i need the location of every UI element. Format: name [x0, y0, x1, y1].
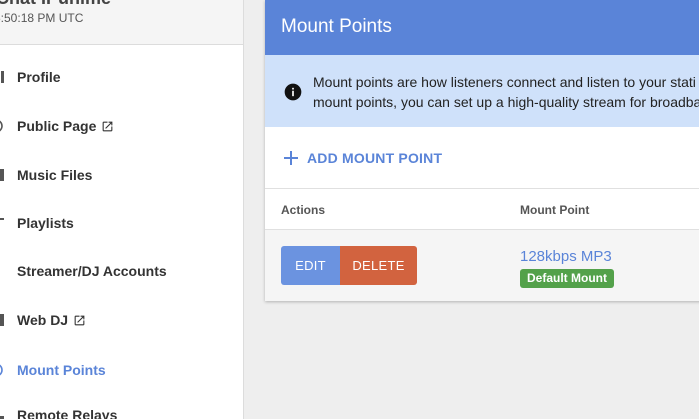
headset-icon: [0, 313, 4, 327]
sidebar-item-web-dj[interactable]: Web DJ: [0, 302, 243, 338]
sidebar: Chat IPunime 5:50:18 PM UTC Profile Publ…: [0, 0, 244, 419]
edit-button[interactable]: EDIT: [281, 246, 340, 285]
sidebar-item-remote-relays[interactable]: Remote Relays: [0, 397, 243, 419]
add-mount-point-button[interactable]: ADD MOUNT POINT: [283, 148, 442, 168]
sidebar-item-label: Profile: [17, 69, 61, 85]
card-header: Mount Points: [265, 0, 699, 55]
table-header: Actions Mount Point: [265, 189, 699, 230]
delete-button[interactable]: DELETE: [340, 246, 417, 285]
sidebar-item-streamer-accounts[interactable]: Streamer/DJ Accounts: [0, 253, 243, 289]
add-mount-point-label: ADD MOUNT POINT: [307, 150, 443, 166]
table-row: EDIT DELETE 128kbps MP3 Default Mount: [265, 230, 699, 301]
external-link-icon: [74, 315, 85, 325]
globe-icon: [0, 119, 4, 133]
info-text-line: Mount points are how listeners connect a…: [313, 74, 696, 90]
sidebar-item-label: Remote Relays: [17, 407, 118, 419]
wifi-icon: [0, 363, 4, 377]
info-text: Mount points are how listeners connect a…: [313, 72, 699, 112]
column-header-actions: Actions: [281, 203, 326, 217]
sidebar-item-music-files[interactable]: Music Files: [0, 157, 243, 193]
sidebar-item-public-page[interactable]: Public Page: [0, 108, 243, 144]
station-header: Chat IPunime 5:50:18 PM UTC: [0, 0, 243, 45]
sidebar-item-label: Public Page: [17, 118, 97, 134]
sidebar-item-label: Mount Points: [17, 362, 106, 378]
sidebar-item-label: Music Files: [17, 167, 93, 183]
sidebar-item-mount-points[interactable]: Mount Points: [0, 352, 243, 388]
relay-icon: [0, 408, 4, 419]
page-title: Mount Points: [281, 16, 392, 37]
external-link-icon: [102, 121, 113, 131]
info-icon: [284, 83, 302, 101]
info-alert: Mount points are how listeners connect a…: [265, 55, 699, 127]
info-text-line: mount points, you can set up a high-qual…: [313, 94, 699, 110]
profile-icon: [0, 70, 4, 84]
station-time: 5:50:18 PM UTC: [0, 11, 84, 25]
sidebar-item-profile[interactable]: Profile: [0, 59, 243, 95]
sidebar-item-label: Web DJ: [17, 312, 69, 328]
music-library-icon: [0, 168, 4, 182]
mount-points-card: Mount Points Mount points are how listen…: [265, 0, 699, 301]
sidebar-item-label: Playlists: [17, 215, 74, 231]
sidebar-item-playlists[interactable]: Playlists: [0, 205, 243, 241]
playlist-icon: [0, 216, 4, 230]
column-header-mount-point: Mount Point: [520, 203, 590, 217]
mount-point-name-link[interactable]: 128kbps MP3: [520, 248, 612, 265]
default-mount-badge: Default Mount: [520, 269, 614, 288]
sidebar-item-label: Streamer/DJ Accounts: [17, 263, 167, 279]
plus-icon: [284, 151, 298, 165]
card-actions: ADD MOUNT POINT: [265, 127, 699, 189]
station-name: Chat IPunime: [0, 0, 111, 9]
microphone-icon: [0, 264, 4, 278]
